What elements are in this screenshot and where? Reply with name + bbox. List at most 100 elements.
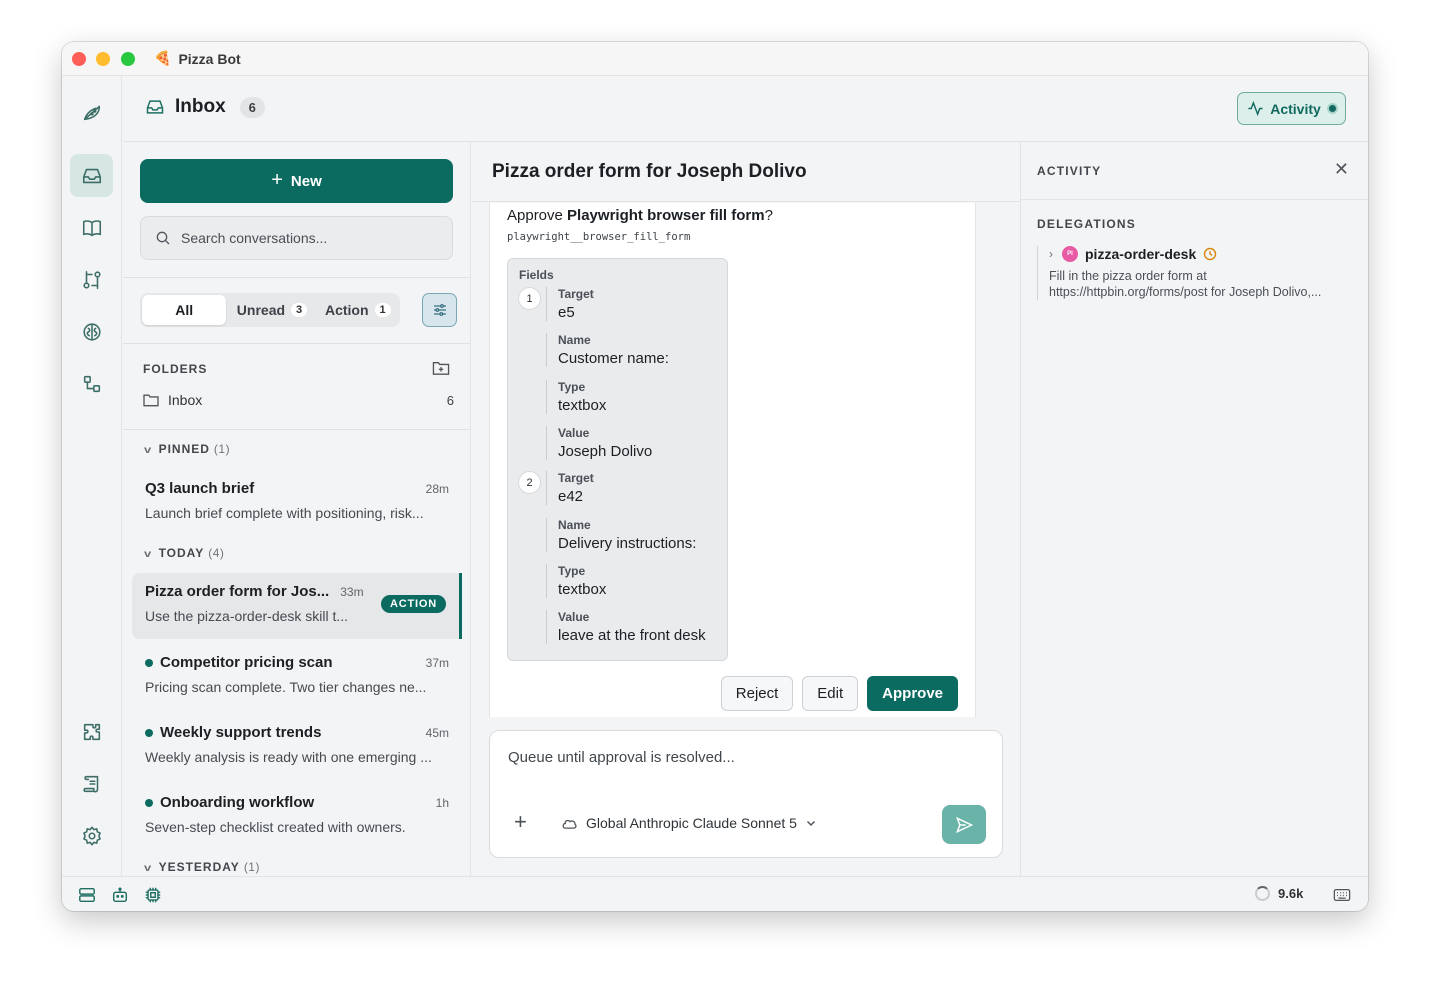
robot-icon[interactable]: [111, 886, 129, 904]
delegation-item[interactable]: › PI pizza-order-desk Fill in the pizza …: [1037, 246, 1357, 300]
keyboard-icon[interactable]: [1333, 887, 1351, 908]
conversation-title: Onboarding workflow: [160, 794, 315, 811]
field-value: e5: [558, 304, 575, 321]
token-usage: 9.6k: [1255, 886, 1303, 901]
close-window-button[interactable]: [72, 52, 86, 66]
connections-icon[interactable]: [70, 362, 113, 405]
approve-button[interactable]: Approve: [867, 676, 958, 711]
approval-suffix: ?: [764, 207, 773, 224]
layout-icon[interactable]: [78, 886, 96, 904]
field-value: textbox: [558, 397, 607, 414]
approval-card: Approve Playwright browser fill form? pl…: [489, 203, 976, 717]
section-count: (4): [208, 546, 225, 560]
app-window: 🍕 Pizza Bot Inbox 6 Activity + New Searc…: [62, 42, 1368, 911]
filter-tab-unread[interactable]: Unread 3: [226, 295, 317, 325]
conversation-item[interactable]: Weekly support trends 45m Weekly analysi…: [132, 714, 462, 780]
model-selector[interactable]: Global Anthropic Claude Sonnet 5: [561, 815, 817, 831]
delegation-name: pizza-order-desk: [1085, 246, 1197, 262]
chevron-right-icon[interactable]: ›: [1049, 247, 1053, 261]
field-value: Delivery instructions:: [558, 535, 697, 552]
folders-heading: FOLDERS: [143, 362, 208, 376]
action-badge: ACTION: [381, 595, 446, 613]
approval-prefix: Approve: [507, 207, 568, 224]
send-button[interactable]: [942, 805, 986, 844]
conversation-item[interactable]: Competitor pricing scan 37m Pricing scan…: [132, 644, 462, 710]
avatar: PI: [1062, 246, 1078, 262]
message-input[interactable]: [508, 749, 978, 766]
chip-icon[interactable]: [144, 886, 162, 904]
activity-button-label: Activity: [1270, 100, 1321, 117]
conversation-item[interactable]: Onboarding workflow 1h Seven-step checkl…: [132, 784, 462, 850]
edit-button[interactable]: Edit: [802, 676, 859, 711]
filter-tab-action[interactable]: Action 1: [318, 295, 398, 325]
section-label: PINNED: [158, 442, 210, 456]
scroll-icon[interactable]: [70, 762, 113, 805]
filter-settings-button[interactable]: [422, 293, 457, 327]
book-icon[interactable]: [70, 206, 113, 249]
field-key: Type: [558, 564, 586, 578]
filter-count-badge: 1: [374, 303, 391, 317]
search-box[interactable]: [140, 216, 453, 260]
status-bar: 9.6k: [62, 876, 1368, 911]
approval-actions: Reject Edit Approve: [720, 676, 958, 711]
filter-count-badge: 3: [291, 303, 308, 317]
minimize-window-button[interactable]: [96, 52, 110, 66]
activity-title: ACTIVITY: [1037, 164, 1102, 178]
activity-panel: ACTIVITY ✕ DELEGATIONS › PI pizza-order-…: [1020, 142, 1368, 876]
conversation-item[interactable]: Q3 launch brief 28m Launch brief complet…: [132, 470, 462, 536]
gear-icon[interactable]: [70, 814, 113, 857]
pinned-section-toggle[interactable]: v PINNED (1): [144, 442, 230, 456]
field-name: Name Delivery instructions:: [546, 518, 722, 552]
page-title: Inbox 6: [145, 96, 265, 118]
delegation-desc-line: Fill in the pizza order form at: [1049, 269, 1207, 283]
field-value: e42: [558, 488, 584, 505]
search-input[interactable]: [181, 230, 441, 246]
divider: [123, 429, 470, 430]
inbox-nav-icon[interactable]: [70, 154, 113, 197]
section-count: (1): [243, 860, 260, 874]
delegation-desc-line: https://httpbin.org/forms/post for Josep…: [1049, 285, 1322, 299]
filter-tab-all[interactable]: All: [142, 295, 227, 325]
sliders-icon: [433, 304, 446, 316]
conversation-title: Q3 launch brief: [145, 480, 255, 497]
field-key: Target: [558, 287, 594, 301]
progress-spinner-icon: [1255, 886, 1270, 901]
new-conversation-button[interactable]: + New: [140, 159, 453, 203]
today-section-toggle[interactable]: v TODAY (4): [144, 546, 225, 560]
chevron-down-icon: [806, 820, 815, 827]
activity-toggle-button[interactable]: Activity: [1237, 92, 1346, 125]
brain-icon[interactable]: [70, 310, 113, 353]
attach-plus-icon[interactable]: +: [514, 811, 527, 833]
message-composer: + Global Anthropic Claude Sonnet 5: [489, 730, 1003, 858]
fields-box: Fields 1 Target e5 Name Customer name: T…: [507, 258, 728, 661]
conversation-item-selected[interactable]: Pizza order form for Jos... 33m Use the …: [132, 573, 462, 639]
conversation-preview: Seven-step checklist created with owners…: [145, 819, 406, 835]
logo-icon[interactable]: [70, 90, 113, 133]
puzzle-icon[interactable]: [70, 710, 113, 753]
close-icon[interactable]: ✕: [1334, 159, 1349, 180]
field-value: Customer name:: [558, 350, 669, 367]
workflow-icon[interactable]: [70, 258, 113, 301]
field-target: Target e42: [546, 471, 722, 505]
conversation-preview: Pricing scan complete. Two tier changes …: [145, 679, 427, 695]
zoom-window-button[interactable]: [121, 52, 135, 66]
field-number-badge: 2: [518, 471, 541, 494]
unread-indicator: [145, 728, 153, 737]
conversation-list-panel: + New All Unread 3 Action 1 FOLDERS: [123, 142, 471, 876]
conversation-title: Weekly support trends: [160, 724, 322, 741]
yesterday-section-toggle[interactable]: v YESTERDAY (1): [144, 860, 260, 874]
field-value: textbox: [558, 581, 607, 598]
field-type: Type textbox: [546, 564, 722, 598]
field-value-row: Value Joseph Dolivo: [546, 426, 722, 460]
folder-name: Inbox: [168, 392, 203, 408]
filter-label: Action: [324, 302, 369, 318]
folder-item-inbox[interactable]: Inbox 6: [143, 392, 454, 408]
pizza-icon: 🍕: [154, 50, 172, 66]
add-folder-button[interactable]: [432, 360, 450, 376]
field-value-row: Value leave at the front desk: [546, 610, 722, 644]
chevron-down-icon: v: [144, 445, 153, 456]
clock-icon: [1203, 247, 1217, 261]
reject-button[interactable]: Reject: [720, 676, 794, 711]
conversation-time: 33m: [340, 584, 364, 599]
divider: [123, 277, 470, 278]
